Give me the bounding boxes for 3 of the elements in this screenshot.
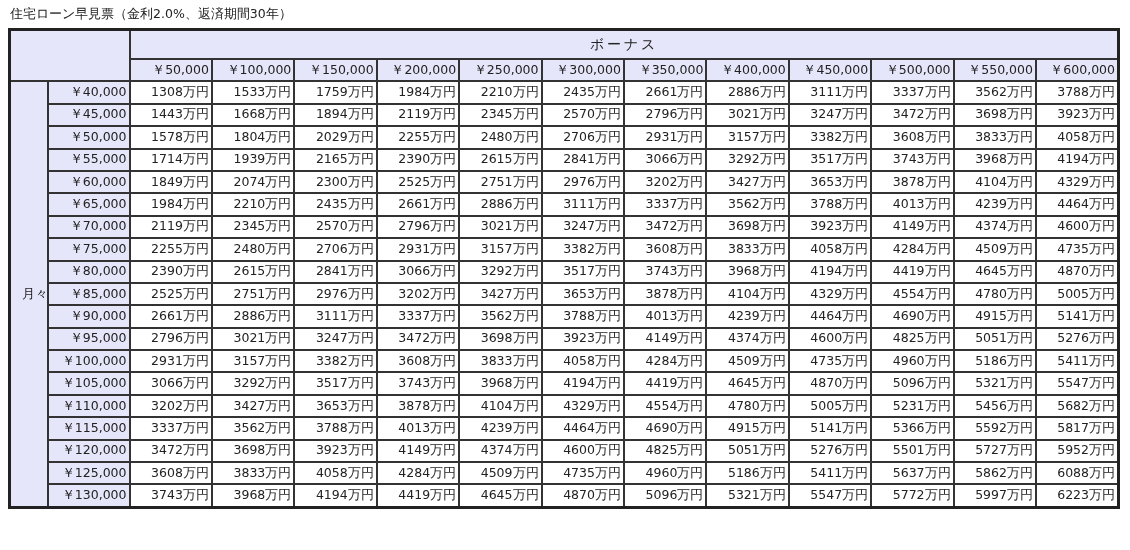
table-title: 住宅ローン早見票（金利2.0%、返済期間30年） (10, 6, 293, 23)
row-group-header: 月々 (9, 81, 48, 508)
column-group-header: ボーナス (129, 29, 1119, 59)
